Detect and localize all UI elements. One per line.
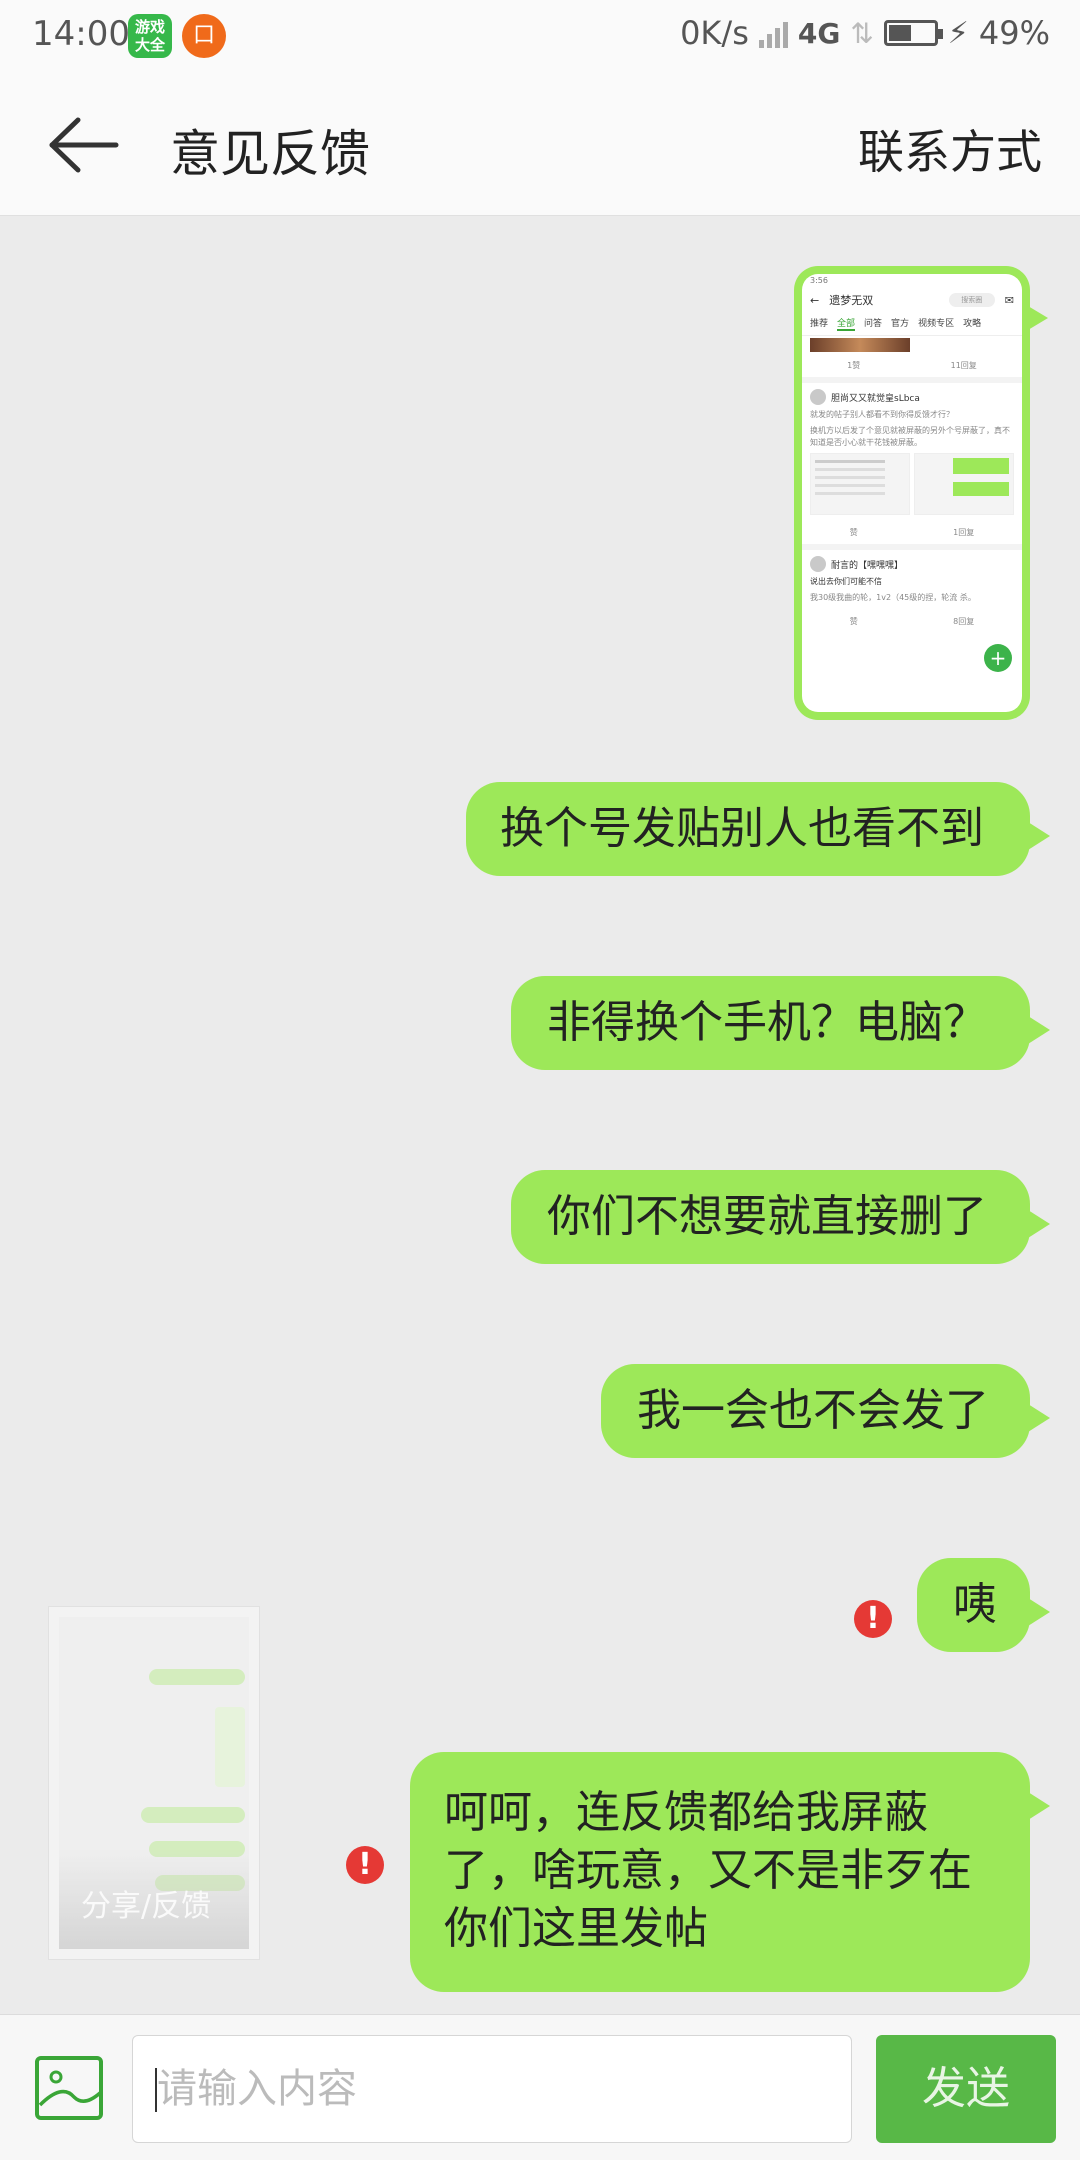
image-icon[interactable] bbox=[34, 2055, 104, 2121]
message-bubble[interactable]: 我一会也不会发了 bbox=[601, 1364, 1050, 1458]
mini-like: 赞 bbox=[849, 528, 858, 537]
mini-add-icon: + bbox=[984, 644, 1012, 672]
mini-tab-active: 全部 bbox=[837, 316, 856, 331]
network-type: 4G bbox=[797, 16, 841, 50]
message-text-line: 你们这里发帖 bbox=[444, 1903, 708, 1954]
send-failed-icon[interactable]: ! bbox=[854, 1600, 892, 1638]
mini-like: 赞 bbox=[849, 617, 858, 626]
message-input[interactable]: 请输入内容 bbox=[132, 2035, 852, 2143]
mini-post-image bbox=[914, 453, 1014, 515]
header: 意见反馈 联系方式 bbox=[0, 74, 1080, 216]
message-bubble[interactable]: 非得换个手机？电脑？ bbox=[511, 976, 1050, 1070]
message-bubble[interactable]: 呵呵，连反馈都给我屏蔽 了，啥玩意，又不是非歹在 你们这里发帖 bbox=[410, 1752, 1050, 1992]
send-failed-icon[interactable]: ! bbox=[346, 1846, 384, 1884]
mini-mail-icon: ✉ bbox=[1004, 293, 1014, 307]
mini-like: 1赞 bbox=[847, 361, 861, 370]
mini-tab: 攻略 bbox=[963, 319, 982, 329]
chat-area[interactable]: 3:56 ← 遗梦无双 搜索圈 ✉ 推荐 全部 问答 官方 视频专区 攻略 1赞… bbox=[0, 216, 1080, 2014]
mini-post-2: 耐言的【嘿嘿嘿】 说出去你们可能不信 我30级我曲的轮，1v2（45级的捏，轮流… bbox=[802, 550, 1022, 610]
crop-app-icon: 口 bbox=[182, 14, 226, 58]
mini-back-icon: ← bbox=[810, 293, 820, 307]
input-bar: 请输入内容 发送 bbox=[0, 2014, 1080, 2160]
mini-tab: 推荐 bbox=[810, 319, 829, 329]
battery-icon bbox=[883, 20, 943, 46]
mini-title: 遗梦无双 bbox=[829, 294, 874, 307]
mini-tab: 官方 bbox=[891, 319, 910, 329]
status-right-group: 0K/s 4G ⇅ ⚡ 49% bbox=[680, 14, 1050, 52]
charging-icon: ⚡ bbox=[947, 15, 969, 51]
mini-post-text: 我30级我曲的轮，1v2（45级的捏，轮流 杀。 bbox=[810, 593, 976, 602]
game-app-icon: 游戏大全 bbox=[128, 14, 172, 58]
message-text: 咦 bbox=[953, 1579, 997, 1630]
message-bubble[interactable]: 你们不想要就直接删了 bbox=[511, 1170, 1050, 1264]
message-text-line: 了，啥玩意，又不是非歹在 bbox=[444, 1845, 972, 1896]
message-text: 我一会也不会发了 bbox=[637, 1385, 989, 1436]
mini-tabs: 推荐 全部 问答 官方 视频专区 攻略 bbox=[802, 312, 1022, 336]
message-bubble[interactable]: 咦 bbox=[917, 1558, 1050, 1652]
page-title: 意见反馈 bbox=[170, 125, 370, 183]
mini-tab: 视频专区 bbox=[918, 319, 955, 329]
mini-status: 3:56 bbox=[810, 276, 828, 285]
mini-post-title: 就发的帖子别人都看不到你得反馈才行？ bbox=[810, 410, 954, 419]
mini-post-text: 换机方以后发了个意见就被屏蔽的另外个号屏蔽了，真不知道是否小心就干花钱被屏蔽。 bbox=[810, 426, 1010, 447]
battery-percent: 49% bbox=[978, 14, 1050, 52]
mini-reply: 8回复 bbox=[953, 617, 975, 626]
message-text: 换个号发贴别人也看不到 bbox=[500, 803, 984, 854]
data-arrows-icon: ⇅ bbox=[850, 16, 874, 50]
mini-post-image bbox=[810, 453, 910, 515]
contact-button[interactable]: 联系方式 bbox=[858, 116, 1042, 182]
mini-reply: 11回复 bbox=[950, 361, 977, 370]
screenshot-thumbnail: 3:56 ← 遗梦无双 搜索圈 ✉ 推荐 全部 问答 官方 视频专区 攻略 1赞… bbox=[802, 274, 1022, 712]
mini-user: 耐言的【嘿嘿嘿】 bbox=[831, 560, 904, 571]
status-time: 14:00 bbox=[32, 14, 130, 54]
mini-tab: 问答 bbox=[864, 319, 883, 329]
signal-icon bbox=[758, 18, 788, 48]
share-feedback-label: 分享/反馈 bbox=[81, 1889, 212, 1924]
status-bar: 14:00 游戏大全 口 0K/s 4G ⇅ ⚡ 49% bbox=[0, 0, 1080, 74]
share-feedback-thumbnail[interactable]: 分享/反馈 bbox=[48, 1606, 260, 1960]
message-text: 你们不想要就直接删了 bbox=[547, 1191, 987, 1242]
mini-post-title: 说出去你们可能不信 bbox=[810, 577, 882, 586]
mini-reply: 1回复 bbox=[953, 528, 975, 537]
mini-post-1: 胆尚又又就觉皇sLbca 就发的帖子别人都看不到你得反馈才行？ 换机方以后发了个… bbox=[802, 383, 1022, 521]
net-speed: 0K/s bbox=[680, 14, 749, 52]
arrow-left-icon[interactable] bbox=[44, 110, 124, 180]
message-text-line: 呵呵，连反馈都给我屏蔽 bbox=[444, 1787, 928, 1838]
mini-user: 胆尚又又就觉皇sLbca bbox=[831, 393, 920, 404]
message-bubble[interactable]: 换个号发贴别人也看不到 bbox=[466, 782, 1050, 876]
mini-banner bbox=[810, 338, 910, 352]
image-message-bubble[interactable]: 3:56 ← 遗梦无双 搜索圈 ✉ 推荐 全部 问答 官方 视频专区 攻略 1赞… bbox=[794, 266, 1048, 720]
mini-avatar bbox=[810, 556, 826, 572]
mini-avatar bbox=[810, 389, 826, 405]
send-button[interactable]: 发送 bbox=[876, 2035, 1056, 2143]
message-text: 非得换个手机？电脑？ bbox=[547, 997, 987, 1048]
mini-search: 搜索圈 bbox=[948, 293, 995, 307]
